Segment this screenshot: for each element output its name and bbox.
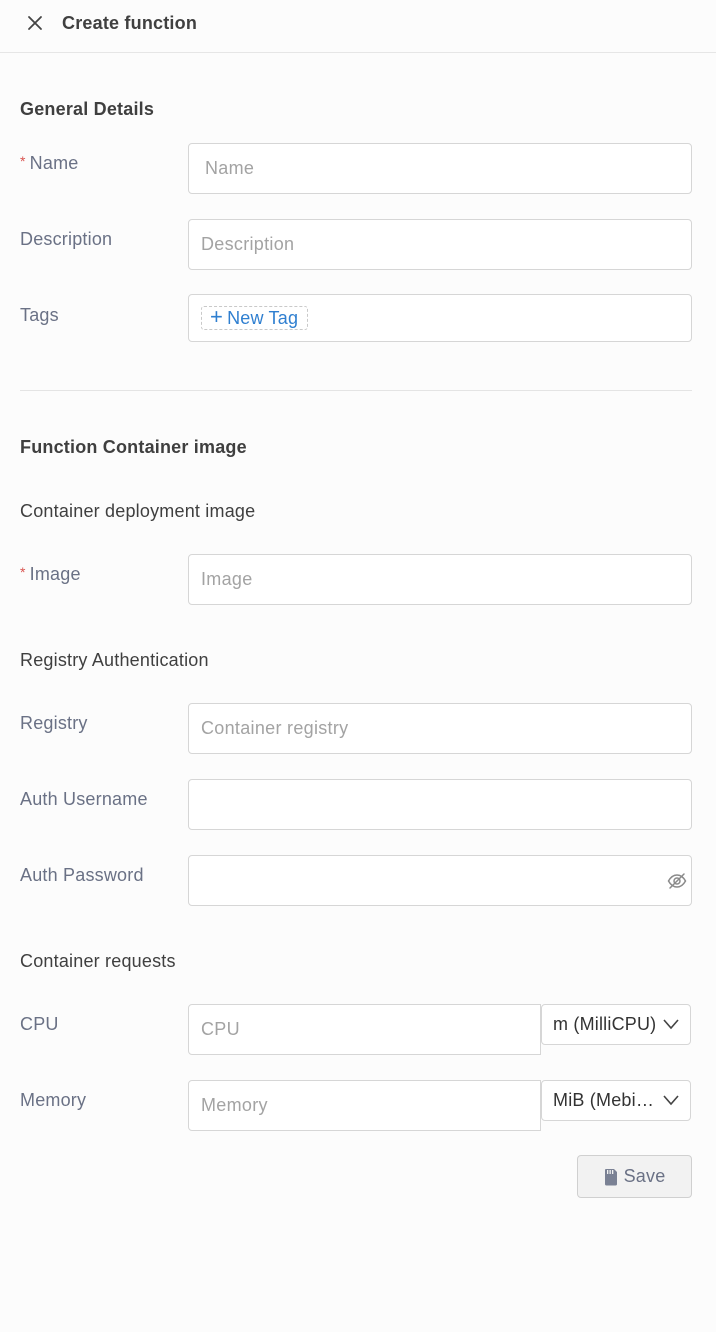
section-divider	[20, 390, 692, 391]
deployment-image-subheading: Container deployment image	[20, 501, 256, 521]
close-button[interactable]	[24, 12, 46, 34]
image-input[interactable]	[188, 554, 692, 605]
tags-label: Tags	[20, 305, 59, 325]
save-button[interactable]: Save	[577, 1155, 692, 1198]
description-input[interactable]	[188, 219, 692, 270]
panel-header: Create function	[0, 0, 716, 53]
required-mark: *	[20, 564, 26, 580]
memory-unit-select[interactable]: MiB (Mebibytes)	[541, 1080, 691, 1121]
general-details-heading: General Details	[20, 99, 155, 119]
eye-slash-icon[interactable]	[666, 870, 688, 892]
name-input[interactable]	[188, 143, 692, 194]
floppy-disk-icon	[604, 1168, 618, 1186]
cpu-input[interactable]	[188, 1004, 541, 1055]
new-tag-button[interactable]: + New Tag	[201, 304, 309, 330]
cpu-unit-select[interactable]: m (MilliCPU)	[541, 1004, 691, 1045]
registry-label: Registry	[20, 713, 88, 733]
registry-input[interactable]	[188, 703, 692, 754]
container-image-heading: Function Container image	[20, 437, 247, 457]
description-label: Description	[20, 229, 113, 249]
auth-username-input[interactable]	[188, 779, 692, 830]
close-icon	[28, 16, 42, 30]
tags-field: + New Tag	[188, 294, 692, 342]
memory-label: Memory	[20, 1090, 87, 1110]
required-mark: *	[20, 153, 26, 169]
image-label: * Image	[20, 564, 81, 584]
cpu-label: CPU	[20, 1014, 59, 1034]
chevron-down-icon	[663, 1019, 679, 1030]
auth-password-input[interactable]	[188, 855, 692, 906]
panel-title: Create function	[62, 13, 198, 33]
chevron-down-icon	[663, 1095, 679, 1106]
auth-password-label: Auth Password	[20, 865, 144, 885]
container-requests-subheading: Container requests	[20, 951, 176, 971]
plus-icon: +	[210, 304, 224, 329]
memory-input[interactable]	[188, 1080, 541, 1131]
name-label: * Name	[20, 153, 79, 173]
auth-username-label: Auth Username	[20, 789, 148, 809]
registry-auth-subheading: Registry Authentication	[20, 650, 209, 670]
